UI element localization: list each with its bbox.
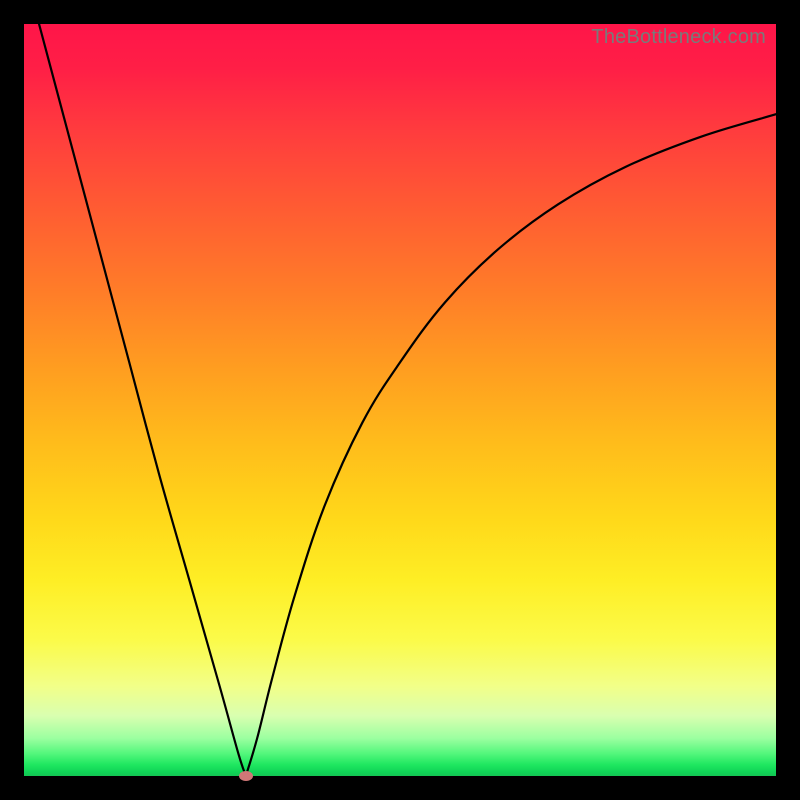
bottleneck-curve [24, 24, 776, 776]
minimum-marker [239, 771, 253, 781]
plot-area: TheBottleneck.com [24, 24, 776, 776]
curve-right-branch [246, 114, 776, 776]
curve-left-branch [39, 24, 246, 776]
chart-frame: TheBottleneck.com [0, 0, 800, 800]
attribution-label: TheBottleneck.com [591, 26, 766, 49]
